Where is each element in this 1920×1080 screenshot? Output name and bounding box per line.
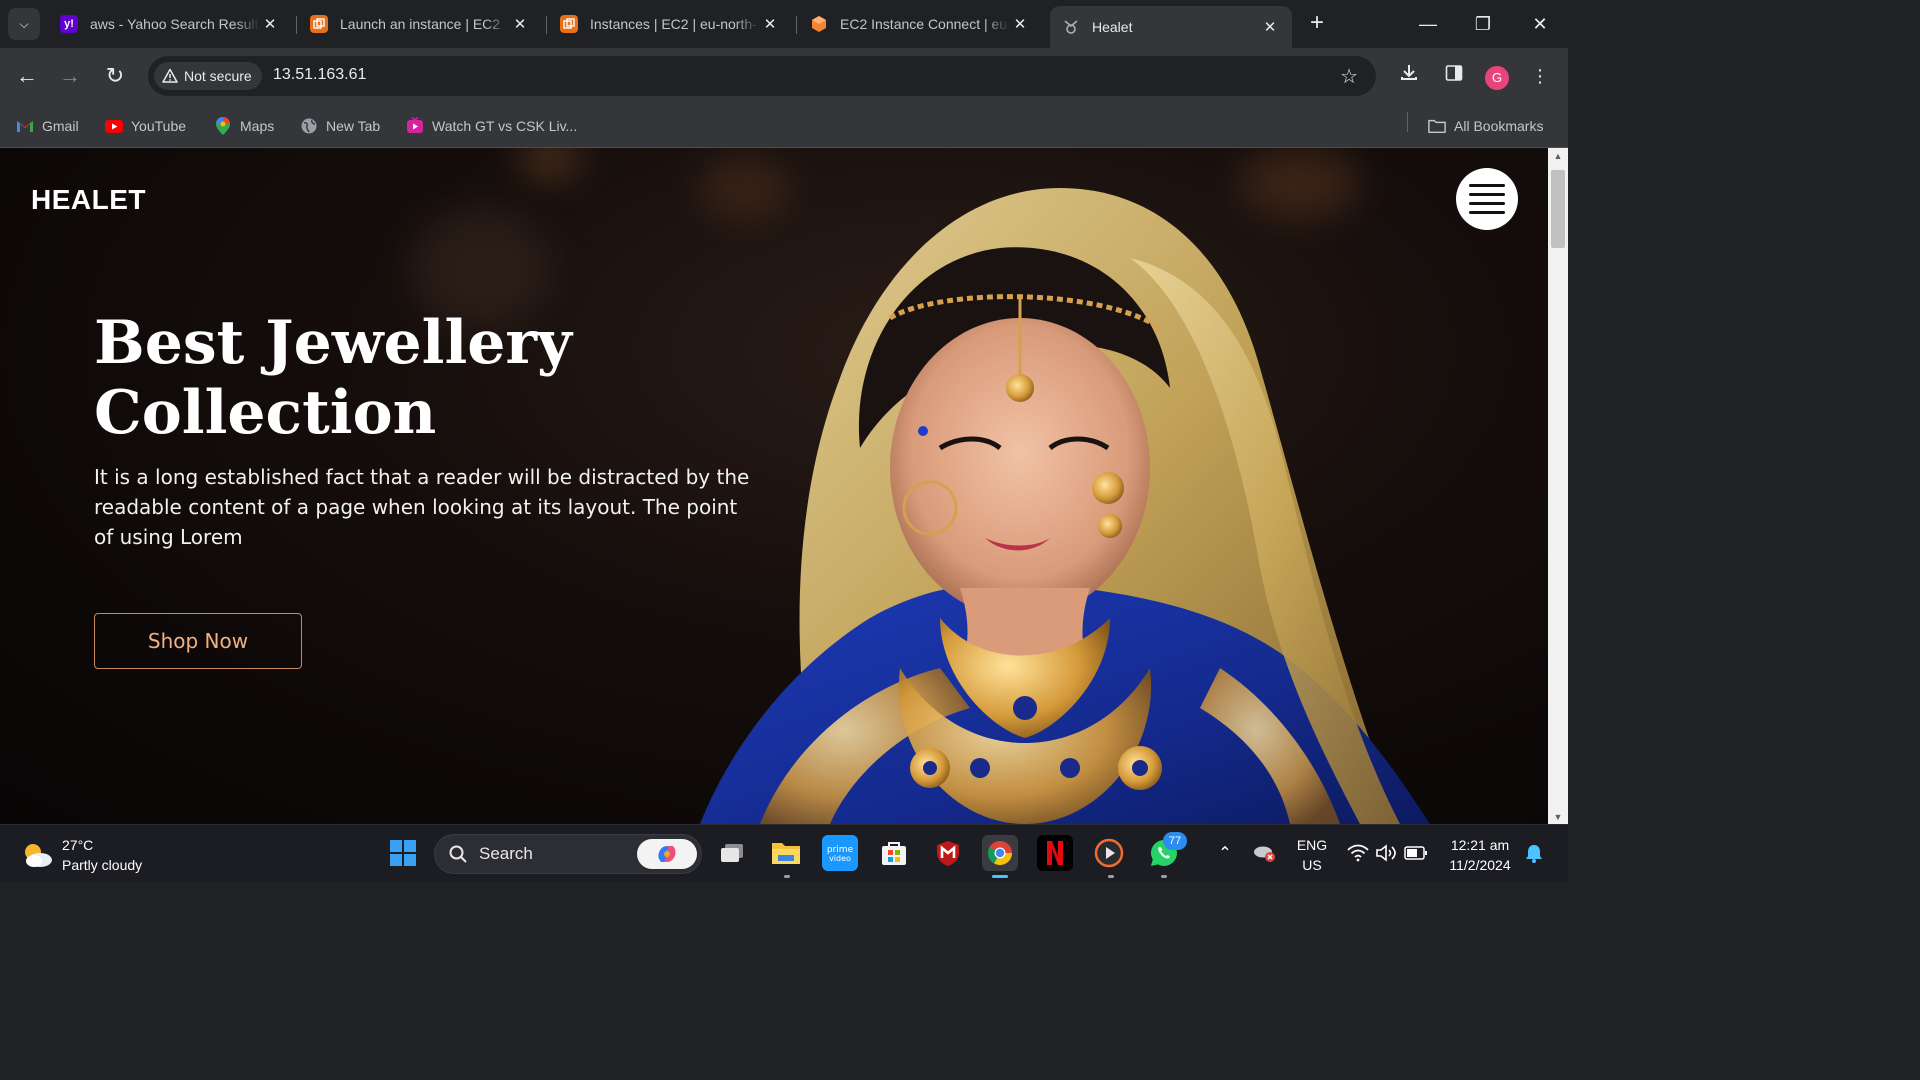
active-app-indicator (992, 875, 1008, 878)
weather-widget[interactable]: 27°C Partly cloudy (20, 835, 142, 875)
onedrive-icon[interactable] (1246, 835, 1282, 871)
folder-icon (1428, 117, 1446, 135)
file-explorer-icon[interactable] (768, 835, 804, 871)
weather-description: Partly cloudy (62, 857, 143, 873)
tv-icon (406, 117, 424, 135)
close-icon[interactable]: ✕ (1260, 18, 1280, 36)
maps-icon (214, 117, 232, 135)
language-indicator[interactable]: ENG US (1290, 835, 1334, 875)
running-indicator (1161, 875, 1167, 878)
menu-line (1469, 184, 1505, 187)
chevron-down-icon: ⌵ (19, 16, 29, 31)
aws-ec2-icon (310, 15, 328, 33)
taskbar-search[interactable]: Search (434, 834, 702, 874)
tab-strip: ⌵ y! aws - Yahoo Search Results ✕ Launch… (0, 0, 1568, 48)
close-icon[interactable]: ✕ (760, 15, 780, 33)
running-indicator (784, 875, 790, 878)
battery-icon[interactable] (1398, 835, 1434, 871)
close-icon[interactable]: ✕ (510, 15, 530, 33)
security-chip[interactable]: Not secure (154, 62, 262, 90)
chrome-icon[interactable] (982, 835, 1018, 871)
bookmark-watch-gt-vs-csk[interactable]: Watch GT vs CSK Liv... (406, 114, 577, 138)
bookmarks-bar: Gmail YouTube Maps New Tab Watch GT vs C… (0, 104, 1568, 148)
svg-text:video: video (829, 854, 851, 863)
scroll-down-icon[interactable]: ▼ (1548, 812, 1568, 822)
close-icon[interactable]: ✕ (260, 15, 280, 33)
profile-avatar[interactable]: G (1485, 66, 1509, 90)
media-player-icon[interactable] (1091, 835, 1127, 871)
tab-separator (546, 16, 547, 34)
tab-healet[interactable]: Healet ✕ (1050, 6, 1292, 48)
partly-cloudy-icon (25, 844, 52, 867)
search-icon (449, 845, 467, 863)
more-options-icon[interactable]: ⋮ (1526, 62, 1554, 90)
menu-line (1469, 211, 1505, 214)
back-icon[interactable]: ← (13, 62, 41, 90)
scroll-up-icon[interactable]: ▲ (1548, 151, 1568, 161)
site-logo[interactable]: HEALET (31, 184, 146, 216)
windows-start-icon[interactable] (385, 835, 421, 871)
healet-icon (1062, 18, 1080, 36)
side-panel-icon[interactable] (1440, 62, 1468, 90)
warning-icon (162, 68, 178, 83)
menu-line (1469, 193, 1505, 196)
tab-launch-instance[interactable]: Launch an instance | EC2 ✕ (298, 6, 542, 42)
window-close-icon[interactable]: ✕ (1526, 10, 1554, 38)
menu-line (1469, 202, 1505, 205)
aws-cube-icon (810, 15, 828, 33)
show-hidden-icons-chevron-icon[interactable]: ⌃ (1207, 835, 1243, 871)
bookmarks-separator (1407, 112, 1408, 132)
hamburger-menu-button[interactable] (1456, 168, 1518, 230)
bride-hero-image (700, 188, 1430, 824)
youtube-icon (105, 117, 123, 135)
tab-yahoo-search[interactable]: y! aws - Yahoo Search Results ✕ (48, 6, 292, 42)
mcafee-icon[interactable] (930, 835, 966, 871)
bookmark-youtube[interactable]: YouTube (105, 114, 186, 138)
hero-title: Best Jewellery Collection (94, 308, 572, 448)
whatsapp-unread-badge: 77 (1163, 832, 1187, 850)
aws-ec2-icon (560, 15, 578, 33)
microsoft-store-icon[interactable] (876, 835, 912, 871)
gmail-icon (16, 117, 34, 135)
forward-icon[interactable]: → (56, 62, 84, 90)
hero-description: It is a long established fact that a rea… (94, 465, 750, 549)
reload-icon[interactable]: ↻ (101, 62, 129, 90)
yahoo-icon: y! (60, 15, 78, 33)
bookmark-maps[interactable]: Maps (214, 114, 274, 138)
tab-search-button[interactable]: ⌵ (8, 8, 40, 40)
windows-taskbar: 27°C Partly cloudy Search prime video ⌃ … (0, 824, 1568, 882)
close-icon[interactable]: ✕ (1010, 15, 1030, 33)
copilot-icon[interactable] (637, 839, 697, 869)
bookmark-new-tab[interactable]: New Tab (300, 114, 380, 138)
security-label: Not secure (184, 68, 252, 84)
page-scrollbar[interactable]: ▲ ▼ (1548, 148, 1568, 824)
shop-now-button[interactable]: Shop Now (94, 613, 302, 669)
bookmark-star-icon[interactable]: ☆ (1340, 64, 1358, 89)
system-clock[interactable]: 12:21 am 11/2/2024 (1440, 835, 1520, 875)
all-bookmarks-button[interactable]: All Bookmarks (1428, 114, 1543, 138)
prime-video-icon[interactable]: prime video (822, 835, 858, 871)
new-tab-button[interactable]: + (1303, 10, 1331, 38)
address-bar[interactable]: Not secure 13.51.163.61 ☆ (148, 56, 1376, 96)
url-text[interactable]: 13.51.163.61 (273, 66, 366, 84)
netflix-icon[interactable] (1037, 835, 1073, 871)
download-icon[interactable] (1395, 62, 1423, 90)
bokeh-light (520, 148, 580, 178)
globe-icon (300, 117, 318, 135)
task-view-icon[interactable] (714, 835, 750, 871)
bookmark-gmail[interactable]: Gmail (16, 114, 79, 138)
restore-icon[interactable]: ❐ (1469, 10, 1497, 38)
browser-toolbar: ← → ↻ Not secure 13.51.163.61 ☆ ⋮ (0, 48, 1568, 104)
tab-instances[interactable]: Instances | EC2 | eu-north-1 ✕ (548, 6, 792, 42)
notification-bell-icon[interactable] (1516, 835, 1552, 871)
scrollbar-thumb[interactable] (1551, 170, 1565, 248)
healet-hero-section: HEALET Best Jewellery Collection It is a… (0, 148, 1548, 824)
running-indicator (1108, 875, 1114, 878)
tab-separator (796, 16, 797, 34)
minimize-icon[interactable]: — (1414, 10, 1442, 38)
tab-separator (296, 16, 297, 34)
tab-instance-connect[interactable]: EC2 Instance Connect | eu-north-1 ✕ (798, 6, 1042, 42)
weather-temperature: 27°C (62, 837, 94, 853)
